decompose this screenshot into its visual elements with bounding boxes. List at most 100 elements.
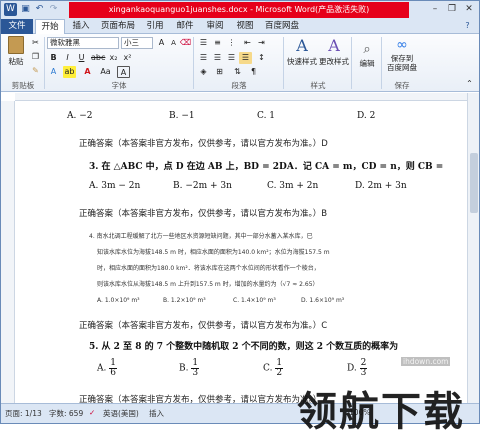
- cut-icon[interactable]: ✂: [29, 37, 42, 49]
- line-spacing-icon[interactable]: ↕: [255, 52, 268, 64]
- option-d: D. 2: [357, 111, 376, 121]
- option-c: C. 1.4×10⁹ m³: [233, 297, 276, 304]
- option-d: D. 23: [347, 358, 368, 378]
- question-5: 5. 从 2 至 8 的 7 个整数中随机取 2 个不同的数，则这 2 个数互质…: [89, 342, 399, 352]
- option-c: C. 1: [257, 111, 276, 121]
- baidu-netdisk-icon: ∞: [396, 37, 408, 53]
- document-page[interactable]: A. −2 B. −1 C. 1 D. 2 正确答案（本答案非官方发布，仅供参考…: [15, 101, 467, 403]
- change-styles-button[interactable]: A 更改样式: [319, 36, 349, 67]
- answer-line-1: 正确答案（本答案非官方发布，仅供参考，请以官方发布为准。）D: [79, 139, 328, 149]
- italic-button[interactable]: I: [61, 52, 74, 64]
- tab-review[interactable]: 审阅: [201, 19, 229, 34]
- borders-icon[interactable]: ⊞: [213, 66, 226, 78]
- option-a: A. 1.0×10⁹ m³: [97, 297, 140, 304]
- question-4-line-3: 时，相应水面的面积为180.0 km²．将该水库在这两个水位间的形状看作一个棱台…: [97, 265, 320, 272]
- answer-line-3: 正确答案（本答案非官方发布，仅供参考，请以官方发布为准。）C: [79, 321, 328, 331]
- collapse-ribbon-icon[interactable]: ⌃: [463, 78, 476, 90]
- clear-format-icon[interactable]: ⌫: [179, 37, 192, 49]
- answer-line-4: 正确答案（本答案非官方发布，仅供参考，请以官方发布为准。）: [79, 395, 322, 403]
- save-group-label: 保存: [394, 81, 410, 90]
- tab-mailings[interactable]: 邮件: [171, 19, 199, 34]
- language[interactable]: 英语(美国): [103, 408, 139, 419]
- clipboard-group-label: 剪贴板: [11, 81, 35, 90]
- word-window: W ▣ ↶ ↷ xingankaoquanguo1juanshes.docx -…: [0, 0, 480, 435]
- redo-icon[interactable]: ↷: [47, 3, 60, 16]
- answer-line-2: 正确答案（本答案非官方发布，仅供参考，请以官方发布为准。）B: [79, 209, 328, 219]
- option-b: B. 1.2×10⁹ m³: [163, 297, 206, 304]
- tab-baidu-netdisk[interactable]: 百度网盘: [261, 19, 303, 34]
- option-a: A. −2: [67, 111, 93, 121]
- change-styles-icon: A: [328, 36, 340, 55]
- tab-references[interactable]: 引用: [141, 19, 169, 34]
- tab-insert[interactable]: 插入: [67, 19, 95, 34]
- watermark-logo: 领航下载: [297, 389, 465, 435]
- tab-file[interactable]: 文件: [1, 19, 33, 34]
- save-icon[interactable]: ▣: [19, 3, 32, 16]
- underline-button[interactable]: U: [75, 52, 88, 64]
- help-icon[interactable]: ?: [461, 20, 474, 32]
- clipboard-icon: [8, 36, 24, 54]
- text-effects-icon[interactable]: A: [47, 66, 60, 78]
- binoculars-icon: ⌕: [363, 42, 371, 57]
- proofing-icon[interactable]: ✓: [89, 408, 95, 417]
- minimize-button[interactable]: –: [427, 2, 443, 16]
- insert-mode[interactable]: 插入: [149, 408, 164, 419]
- paste-button[interactable]: 粘贴: [5, 36, 27, 67]
- increase-indent-icon[interactable]: ⇥: [255, 37, 268, 49]
- word-app-icon[interactable]: W: [4, 3, 17, 16]
- save-to-baidu-button[interactable]: ∞ 保存到 百度网盘: [385, 36, 419, 72]
- format-painter-icon[interactable]: ✎: [29, 65, 42, 77]
- subscript-button[interactable]: x₂: [107, 52, 120, 64]
- bold-button[interactable]: B: [47, 52, 60, 64]
- watermark-url: ihdown.com: [401, 357, 451, 366]
- scrollbar-thumb[interactable]: [470, 153, 478, 213]
- copy-icon[interactable]: ❐: [29, 51, 42, 63]
- sort-icon[interactable]: ⇅: [231, 66, 244, 78]
- option-b: B. −2m + 3n: [173, 181, 232, 191]
- ribbon-home: 粘贴 ✂ ❐ ✎ 剪贴板 微软雅黑 小三 A A ⌫ B I U abc x₂ …: [1, 34, 479, 92]
- restore-button[interactable]: ❐: [444, 2, 460, 16]
- edit-button[interactable]: ⌕ 编辑: [355, 42, 379, 69]
- font-color-icon[interactable]: A: [81, 66, 94, 78]
- question-4-line-2: 知该水库水位为海拔148.5 m 时，相应水面的面积为140.0 km²；水位为…: [97, 249, 330, 256]
- undo-icon[interactable]: ↶: [33, 3, 46, 16]
- question-3: 3. 在 △ABC 中，点 D 在边 AB 上，BD = 2DA．记 CA = …: [89, 162, 444, 172]
- shading-icon[interactable]: ◈: [197, 66, 210, 78]
- tab-view[interactable]: 视图: [231, 19, 259, 34]
- multilevel-list-icon[interactable]: ⋮: [225, 37, 238, 49]
- question-4-line-1: 4. 南水北调工程缓解了北方一些地区水资源短缺问题，其中一部分水蓄入某水库，已: [89, 233, 313, 240]
- option-a: A. 3m − 2n: [89, 181, 141, 191]
- highlight-icon[interactable]: ab: [63, 66, 76, 78]
- close-button[interactable]: ✕: [461, 2, 477, 16]
- font-group-label: 字体: [111, 81, 127, 90]
- bullets-icon[interactable]: ☰: [197, 37, 210, 49]
- justify-icon[interactable]: ☰: [239, 52, 252, 64]
- vertical-ruler[interactable]: [1, 101, 15, 403]
- tab-page-layout[interactable]: 页面布局: [97, 19, 139, 34]
- font-size-combo[interactable]: 小三: [121, 37, 153, 49]
- quick-styles-icon: A: [296, 36, 308, 55]
- vertical-scrollbar[interactable]: [467, 93, 479, 403]
- horizontal-ruler[interactable]: [15, 93, 467, 101]
- superscript-button[interactable]: x²: [121, 52, 134, 64]
- char-border-icon[interactable]: A: [117, 66, 130, 78]
- question-4-line-4: 则该水库水位从海拔148.5 m 上升到157.5 m 时，增加的水量约为（√7…: [97, 281, 319, 288]
- numbering-icon[interactable]: ≡: [211, 37, 224, 49]
- strikethrough-button[interactable]: abc: [91, 52, 105, 64]
- decrease-indent-icon[interactable]: ⇤: [241, 37, 254, 49]
- option-b: B. 13: [179, 358, 200, 378]
- tab-home[interactable]: 开始: [35, 19, 65, 35]
- window-title: xingankaoquanguo1juanshes.docx - Microso…: [69, 2, 409, 18]
- font-name-combo[interactable]: 微软雅黑: [47, 37, 119, 49]
- option-c: C. 12: [263, 358, 284, 378]
- option-d: D. 1.6×10⁹ m³: [301, 297, 345, 304]
- align-left-icon[interactable]: ☰: [197, 52, 210, 64]
- show-marks-icon[interactable]: ¶: [247, 66, 260, 78]
- align-center-icon[interactable]: ☰: [211, 52, 224, 64]
- word-count[interactable]: 字数: 659: [49, 408, 83, 419]
- page-count[interactable]: 页面: 1/13: [5, 408, 42, 419]
- change-case-icon[interactable]: Aa: [99, 66, 112, 78]
- quick-styles-button[interactable]: A 快速样式: [287, 36, 317, 67]
- align-right-icon[interactable]: ☰: [225, 52, 238, 64]
- option-a: A. 16: [97, 358, 117, 378]
